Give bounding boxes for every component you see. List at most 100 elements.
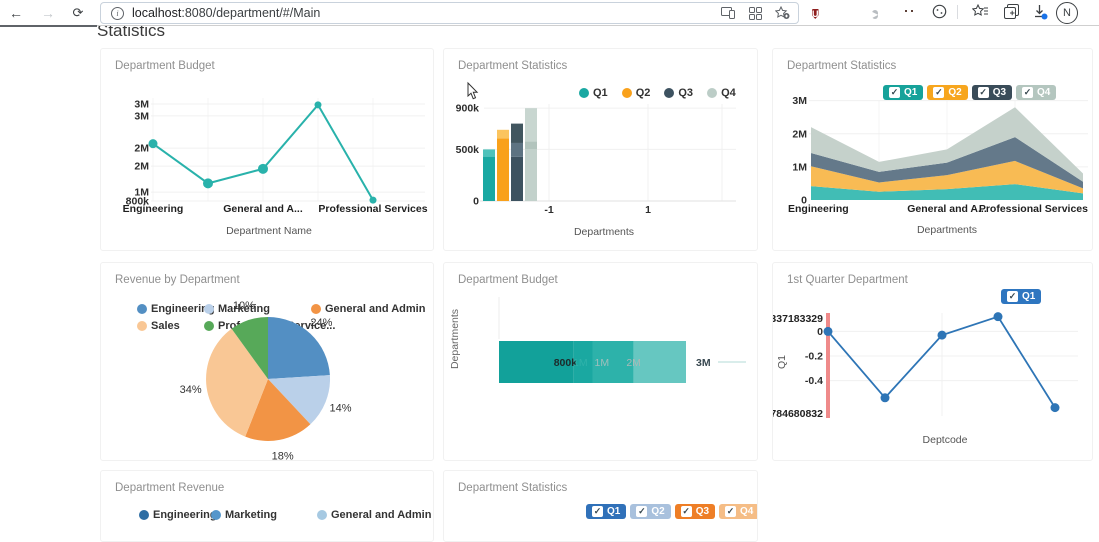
series-toggle-q3[interactable]: ✓Q3 — [972, 85, 1012, 100]
card-department-budget-line: Department Budget 3M3M2M2M1M800kEngineer… — [100, 48, 434, 251]
google-extension-icon[interactable] — [842, 4, 858, 20]
checkbox-checked-icon: ✓ — [978, 87, 989, 98]
refresh-icon[interactable]: ⟳ — [68, 0, 88, 25]
y-tick-label: 2M — [792, 128, 807, 140]
toggle-label: Q1 — [1022, 291, 1035, 302]
y-tick-label: 3M — [134, 99, 149, 111]
bar-q1 — [483, 149, 495, 156]
back-icon[interactable]: ← — [6, 0, 26, 25]
checkbox-checked-icon: ✓ — [1007, 291, 1018, 302]
y-tick-label: 900k — [456, 103, 480, 115]
site-info-icon[interactable]: i — [111, 7, 124, 20]
legend-item-marketing[interactable]: Marketing — [211, 509, 277, 521]
legend-dot — [622, 88, 632, 98]
toggle-label: Q3 — [696, 506, 709, 517]
chart-title: Department Budget — [115, 60, 215, 72]
profile-avatar[interactable]: N — [1056, 2, 1078, 24]
bar-q3 — [511, 157, 523, 201]
legend-item-q4[interactable]: Q4 — [707, 87, 736, 99]
ublock-extension-icon[interactable]: U — [812, 4, 828, 20]
card-department-revenue: Department Revenue Engineering Marketing G… — [100, 470, 434, 542]
legend-item-q2[interactable]: Q2 — [622, 87, 651, 99]
series-toggle-q2[interactable]: ✓Q2 — [927, 85, 967, 100]
apps-grid-icon[interactable] — [749, 7, 762, 20]
x-category-label: General and A... — [907, 203, 987, 215]
toggle-label: Q4 — [740, 506, 753, 517]
add-favorite-icon[interactable] — [775, 6, 790, 20]
x-category-label: Engineering — [123, 203, 184, 215]
area-chart-series-toggles: ✓Q1✓Q2✓Q3✓Q4 — [883, 85, 1056, 100]
series-toggle-q1[interactable]: ✓Q1 — [883, 85, 923, 100]
legend-label: Q2 — [636, 87, 651, 99]
card-revenue-by-department-pie: Revenue by Department 24%14%18%34%10% En… — [100, 262, 434, 461]
y-tick-label: 2M — [134, 161, 149, 173]
legend-label: Engineering — [153, 509, 217, 521]
legend-dot — [707, 88, 717, 98]
collections-icon[interactable] — [1004, 4, 1020, 20]
legend-label: Q4 — [721, 87, 736, 99]
chart-title: Department Revenue — [115, 482, 224, 494]
y-min-label: 12784680832 — [773, 408, 823, 420]
url-path: :8080/department/#/Main — [181, 6, 320, 20]
toggle-label: Q1 — [607, 506, 620, 517]
bar-q3 — [511, 143, 523, 157]
address-bar[interactable]: i localhost:8080/department/#/Main — [100, 2, 799, 24]
x-tick-label: 1 — [645, 204, 651, 216]
toggle-label: Q4 — [1037, 87, 1050, 98]
bar-q2 — [497, 130, 509, 139]
data-point — [149, 139, 158, 148]
bar-chart-legend: Q1 Q2 Q3 Q4 — [579, 87, 736, 99]
mail-extension-icon[interactable] — [902, 4, 918, 20]
extensions-puzzle-icon[interactable] — [932, 4, 948, 20]
data-point — [1051, 403, 1060, 412]
y-tick-label: -0.4 — [805, 375, 823, 387]
bullet-inner-label: 1M — [595, 357, 610, 369]
legend-label: Q3 — [678, 87, 693, 99]
x-category-label: Professional Services — [318, 203, 427, 215]
play-extension-icon[interactable]: ▶ — [872, 4, 888, 20]
bullet-inner-label: 2M — [626, 357, 641, 369]
toggle-label: Q1 — [904, 87, 917, 98]
legend-label: Marketing — [225, 509, 277, 521]
legend-label: Q1 — [593, 87, 608, 99]
toggle-label: Q2 — [948, 87, 961, 98]
series-toggle-q1[interactable]: ✓ Q1 — [1001, 289, 1041, 304]
send-to-device-icon[interactable] — [721, 7, 736, 19]
y-tick-label: 1M — [792, 161, 807, 173]
legend-item-q1[interactable]: Q1 — [579, 87, 608, 99]
bar-q3 — [511, 124, 523, 143]
legend-item-engineering[interactable]: Engineering — [139, 509, 217, 521]
series-toggle-q4[interactable]: ✓Q4 — [719, 504, 758, 519]
toggle-label: Q2 — [651, 506, 664, 517]
series-toggle-q3[interactable]: ✓Q3 — [675, 504, 715, 519]
legend-item-general-and-admin[interactable]: General and Admin — [317, 509, 431, 521]
url-text[interactable]: localhost:8080/department/#/Main — [132, 6, 320, 20]
legend-dot — [664, 88, 674, 98]
bar-q4 — [525, 108, 537, 141]
data-point — [824, 327, 833, 336]
pie-percent-label: 18% — [272, 451, 294, 460]
favorites-list-icon[interactable] — [972, 4, 988, 20]
y-axis-title: Q1 — [776, 355, 788, 369]
department-budget-bullet-chart[interactable]: 800k1M1M2M3MDepartments — [444, 263, 757, 460]
x-tick-label: -1 — [544, 204, 553, 216]
forward-icon[interactable]: → — [38, 0, 58, 25]
pie-percent-label: 14% — [330, 403, 352, 415]
series-toggle-q2[interactable]: ✓Q2 — [630, 504, 670, 519]
download-icon[interactable] — [1032, 4, 1048, 20]
q1-series-toggle-row: ✓ Q1 — [1001, 289, 1041, 304]
pie-percent-label: 34% — [180, 384, 202, 396]
y-tick-label: 3M — [792, 95, 807, 107]
revenue-pie-chart[interactable]: 24%14%18%34%10% — [101, 263, 433, 460]
series-toggle-q4[interactable]: ✓Q4 — [1016, 85, 1056, 100]
legend-item-q3[interactable]: Q3 — [664, 87, 693, 99]
department-statistics-area-chart[interactable]: 01M2M3MEngineeringGeneral and A...Profes… — [773, 49, 1092, 250]
department-statistics-bar-chart[interactable]: 0500k900k-11Departments — [444, 49, 757, 250]
department-budget-line-chart[interactable]: 3M3M2M2M1M800kEngineeringGeneral and A..… — [101, 49, 433, 250]
y-tick-label: 0 — [473, 196, 479, 208]
series-toggle-q1[interactable]: ✓Q1 — [586, 504, 626, 519]
first-quarter-line-chart[interactable]: 0-0.2-0.45033718332912784680832Q1Deptcod… — [773, 263, 1092, 460]
data-point — [203, 178, 213, 188]
card-department-statistics-area: Department Statistics 01M2M3MEngineering… — [772, 48, 1093, 251]
bar-q4 — [525, 142, 537, 149]
